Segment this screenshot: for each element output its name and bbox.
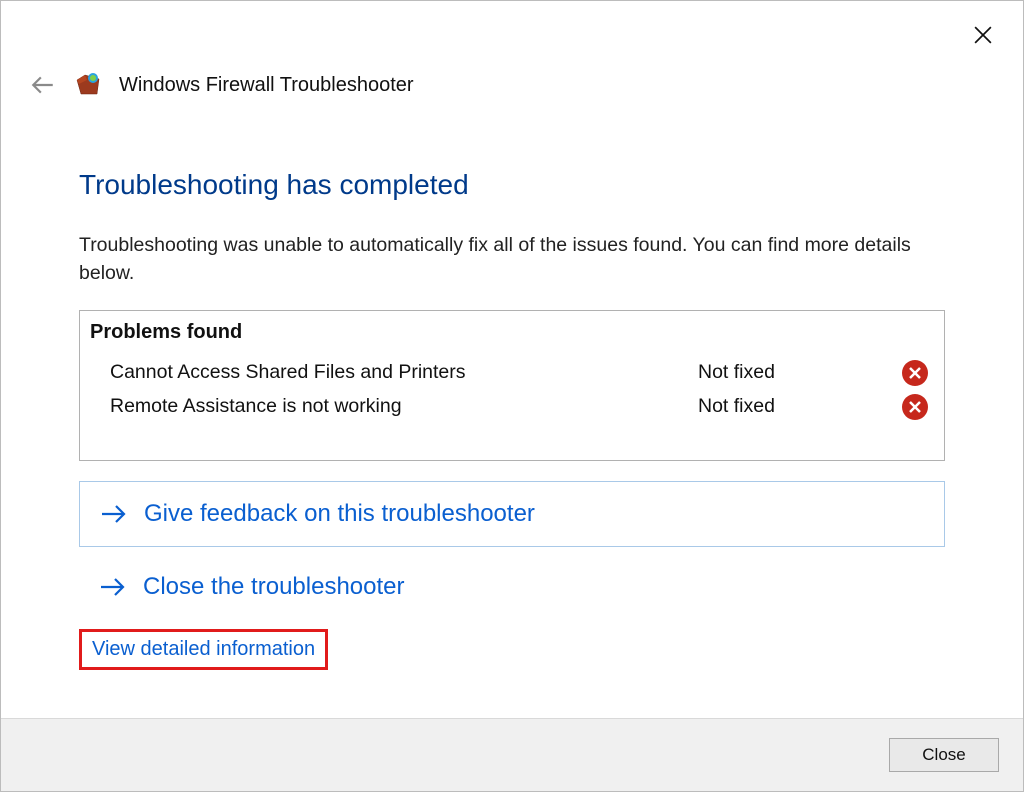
window-close-button[interactable]: [967, 19, 999, 51]
problem-status-icon-wrap: [898, 394, 928, 420]
problem-status-icon-wrap: [898, 360, 928, 386]
content-area: Troubleshooting has completed Troublesho…: [1, 99, 1023, 718]
problem-name: Cannot Access Shared Files and Printers: [110, 361, 698, 384]
problem-row[interactable]: Remote Assistance is not working Not fix…: [90, 390, 934, 424]
problem-name: Remote Assistance is not working: [110, 395, 698, 418]
close-troubleshooter-label: Close the troubleshooter: [143, 573, 405, 601]
close-troubleshooter-link[interactable]: Close the troubleshooter: [79, 573, 945, 601]
error-icon: [902, 360, 928, 386]
arrow-right-icon: [99, 573, 127, 601]
close-button[interactable]: Close: [889, 738, 999, 772]
footer-bar: Close: [1, 718, 1023, 791]
problems-found-box: Problems found Cannot Access Shared File…: [79, 310, 945, 461]
feedback-option-box: Give feedback on this troubleshooter: [79, 481, 945, 547]
give-feedback-label: Give feedback on this troubleshooter: [144, 500, 535, 528]
problems-found-title: Problems found: [90, 321, 934, 344]
header-row: Windows Firewall Troubleshooter: [1, 1, 1023, 99]
close-icon: [974, 26, 992, 44]
page-description: Troubleshooting was unable to automatica…: [79, 231, 945, 288]
back-button[interactable]: [29, 71, 57, 99]
error-icon: [902, 394, 928, 420]
give-feedback-link[interactable]: Give feedback on this troubleshooter: [100, 500, 924, 528]
back-arrow-icon: [30, 72, 56, 98]
view-detailed-link[interactable]: View detailed information: [79, 629, 328, 670]
problem-row[interactable]: Cannot Access Shared Files and Printers …: [90, 356, 934, 390]
arrow-right-icon: [100, 500, 128, 528]
problem-status: Not fixed: [698, 395, 898, 418]
window-title: Windows Firewall Troubleshooter: [119, 74, 414, 97]
troubleshooter-window: Windows Firewall Troubleshooter Troubles…: [0, 0, 1024, 792]
problem-status: Not fixed: [698, 361, 898, 384]
firewall-icon: [75, 72, 101, 98]
page-heading: Troubleshooting has completed: [79, 169, 945, 201]
